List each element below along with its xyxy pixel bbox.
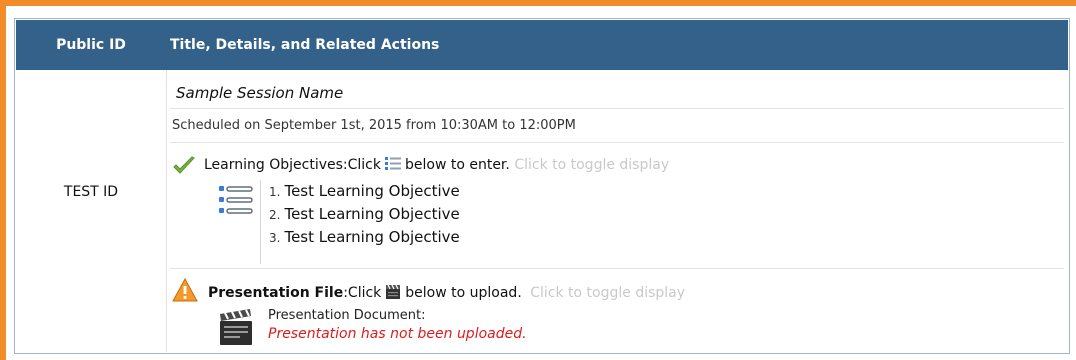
warning-icon (172, 278, 198, 302)
header-title-details: Title, Details, and Related Actions (170, 37, 440, 53)
learning-objectives-label: Learning Objectives (204, 157, 343, 173)
details-cell: Sample Session Name Scheduled on Septemb… (166, 70, 1068, 352)
presentation-file-label: Presentation File (208, 285, 344, 301)
header-public-id: Public ID (56, 37, 126, 53)
checkmark-icon (173, 156, 195, 174)
learning-objectives-list: 1. Test Learning Objective 2. Test Learnin… (260, 180, 460, 264)
presentation-file-prefix: :Click (343, 285, 382, 301)
public-id-cell: TEST ID (16, 70, 167, 352)
edit-objectives-list-icon[interactable] (218, 182, 254, 218)
divider (170, 108, 1064, 109)
presentation-file-toggle-link[interactable]: Click to toggle display (530, 285, 685, 301)
list-item: 1. Test Learning Objective (269, 182, 460, 200)
public-id-value: TEST ID (63, 184, 119, 200)
clapperboard-icon (386, 284, 401, 299)
presentation-document-label: Presentation Document: (268, 308, 426, 323)
presentation-file-suffix: below to upload. (405, 285, 522, 301)
session-name: Sample Session Name (176, 84, 344, 102)
presentation-file-line: Presentation File:Click below to upload.… (208, 284, 685, 301)
learning-objectives-suffix: below to enter. (404, 157, 510, 173)
learning-objectives-line: Learning Objectives:Click below to enter… (204, 156, 669, 173)
divider (170, 142, 1064, 143)
list-item: 2. Test Learning Objective (269, 205, 460, 223)
presentation-upload-status: Presentation has not been uploaded. (268, 326, 527, 342)
list-item: 3. Test Learning Objective (269, 228, 460, 246)
learning-objectives-prefix: :Click (342, 157, 381, 173)
upload-clapperboard-icon[interactable] (218, 308, 254, 346)
learning-objectives-toggle-link[interactable]: Click to toggle display (514, 157, 669, 173)
schedule-text: Scheduled on September 1st, 2015 from 10… (172, 118, 576, 133)
divider (170, 268, 1064, 269)
numbered-list-icon (384, 157, 401, 170)
table-header: Public ID Title, Details, and Related Ac… (16, 20, 1068, 70)
